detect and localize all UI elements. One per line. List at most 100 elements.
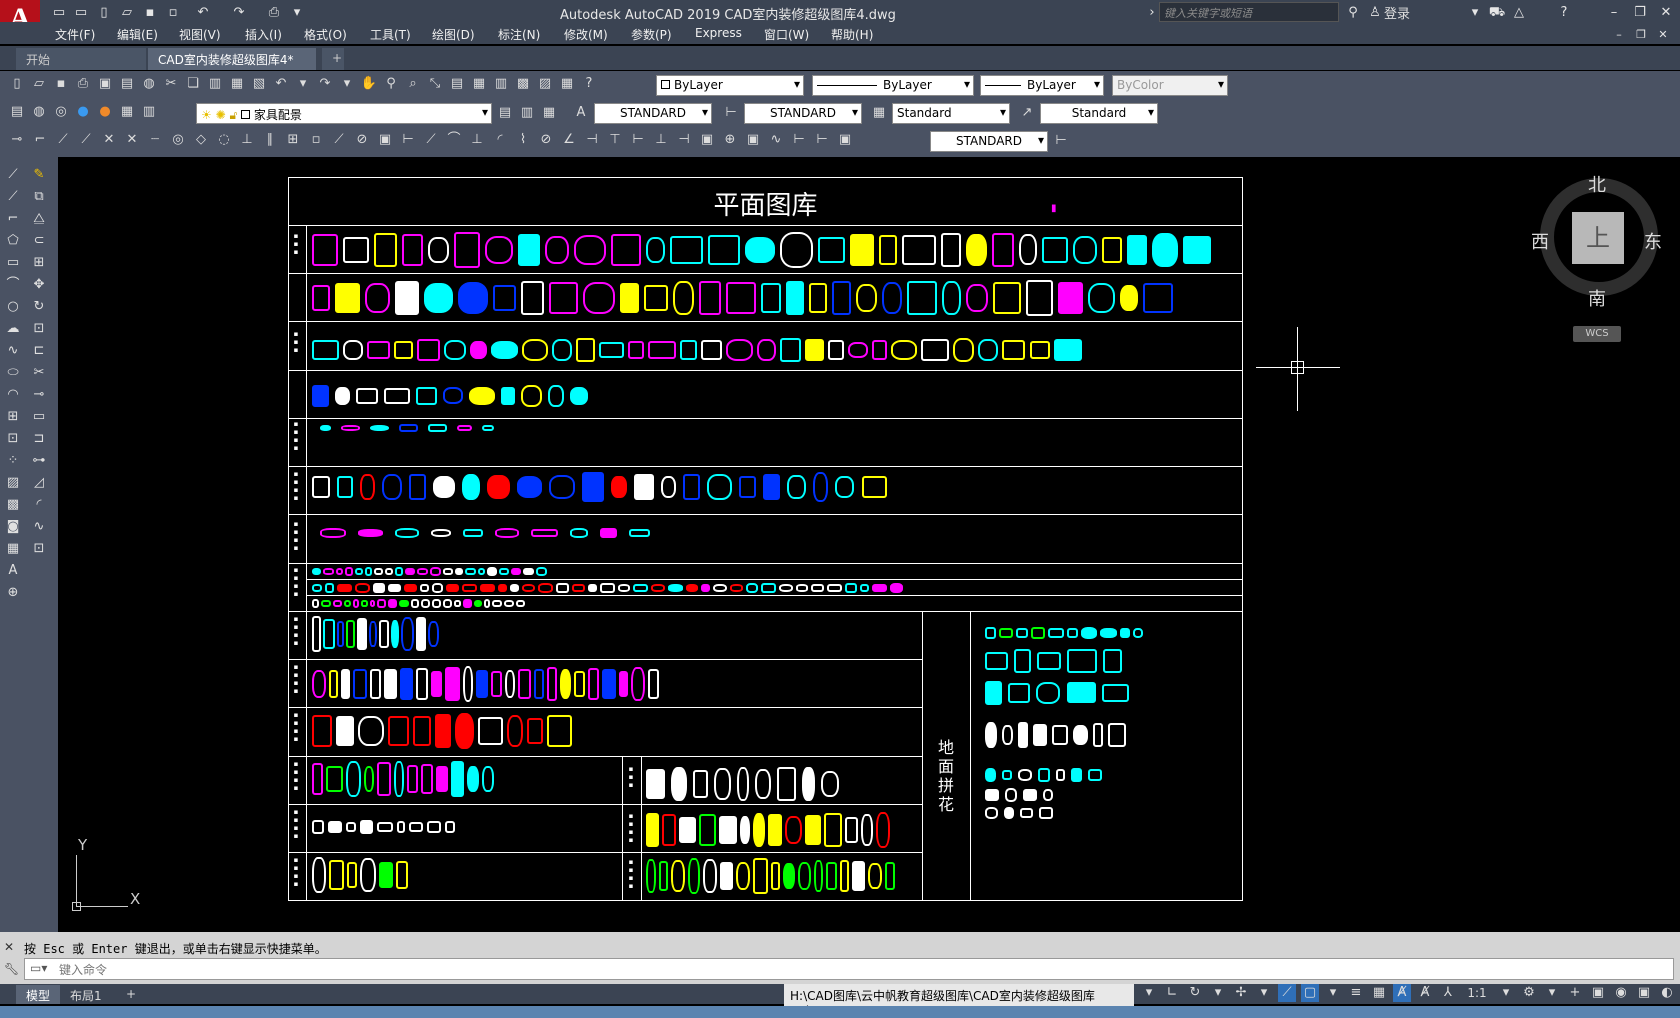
compass-south[interactable]: 南 xyxy=(1588,285,1606,311)
join-icon[interactable]: ⊶ xyxy=(28,451,50,471)
endpoint-icon[interactable]: ⟋ xyxy=(54,131,72,149)
break-at-point-icon[interactable]: ▭ xyxy=(28,407,50,427)
lock-ui-icon[interactable]: ▣ xyxy=(1635,984,1653,1002)
dim-style-combo-2[interactable]: STANDARD xyxy=(930,131,1048,152)
rectangle-icon[interactable]: ▭ xyxy=(2,253,24,273)
tab-drawing[interactable]: CAD室内装修超级图库4* ✕ xyxy=(148,48,316,82)
paste-icon[interactable]: ▥ xyxy=(206,75,224,93)
viewcube-top-face[interactable]: 上 xyxy=(1572,212,1624,264)
chamfer-icon[interactable]: ◿ xyxy=(28,473,50,493)
menu-file[interactable]: 文件(F) xyxy=(55,26,95,43)
offset-icon[interactable]: ⊂ xyxy=(28,231,50,251)
ortho-icon[interactable]: ∟ xyxy=(1163,984,1181,1002)
design-center-icon[interactable]: ▦ xyxy=(470,75,488,93)
stretch-icon[interactable]: ⊏ xyxy=(28,341,50,361)
help-icon[interactable]: ? xyxy=(580,75,598,93)
dim-style-manager-icon[interactable]: ⊢ xyxy=(1052,132,1070,150)
wcs-menu[interactable]: WCS xyxy=(1573,326,1621,342)
tab-model[interactable]: 模型 xyxy=(16,985,61,1004)
zoom-window-icon[interactable]: ⌕ xyxy=(404,75,422,93)
preview-icon[interactable]: ▣ xyxy=(96,75,114,93)
qa-dropdown-icon[interactable]: ▾ xyxy=(288,4,306,22)
units-icon[interactable]: ▣ xyxy=(1589,984,1607,1002)
rotate-icon[interactable]: ↻ xyxy=(28,297,50,317)
tangent-icon[interactable]: ◌ xyxy=(215,131,233,149)
compass-east[interactable]: 东 xyxy=(1644,228,1662,254)
tolerance-icon[interactable]: ▣ xyxy=(698,131,716,149)
open-icon[interactable]: ▱ xyxy=(118,4,136,22)
undo-icon[interactable]: ↶ xyxy=(272,75,290,93)
menu-tools[interactable]: 工具(T) xyxy=(370,26,411,43)
region-icon[interactable]: ◙ xyxy=(2,517,24,537)
zoom-previous-icon[interactable]: ⤡ xyxy=(426,75,444,93)
redo-icon[interactable]: ↷ xyxy=(316,75,334,93)
menu-insert[interactable]: 插入(I) xyxy=(245,26,282,43)
tab-start[interactable]: 开始 xyxy=(16,48,146,70)
lineweight-display-icon[interactable]: ≡ xyxy=(1347,984,1365,1002)
3d-print-icon[interactable]: ◍ xyxy=(140,75,158,93)
publish-icon[interactable]: ▤ xyxy=(118,75,136,93)
cmd-close-icon[interactable]: ✕ xyxy=(4,940,14,954)
undo-dropdown-icon[interactable]: ▾ xyxy=(294,75,312,93)
dim-baseline-icon[interactable]: ⊤ xyxy=(606,131,624,149)
polygon-icon[interactable]: ⬠ xyxy=(2,231,24,251)
material-icon[interactable]: ● xyxy=(74,103,92,121)
cmd-customize-icon[interactable]: 🔧︎ xyxy=(4,962,19,976)
polar-icon[interactable]: ↻ xyxy=(1186,984,1204,1002)
quadrant-icon[interactable]: ◇ xyxy=(192,131,210,149)
doc-minimize-icon[interactable]: – xyxy=(1610,26,1628,44)
open-icon[interactable]: ▱ xyxy=(30,75,48,93)
restore-icon[interactable]: ❐ xyxy=(1631,4,1649,22)
sheet-set-icon[interactable]: ▩ xyxy=(514,75,532,93)
blend-icon[interactable]: ∿ xyxy=(28,517,50,537)
dim-break-icon[interactable]: ⊣ xyxy=(675,131,693,149)
make-block-icon[interactable]: ⊡ xyxy=(2,429,24,449)
make-current-icon[interactable]: ▤ xyxy=(496,104,514,122)
circle-icon[interactable]: ○ xyxy=(2,297,24,317)
dim-ordinate-icon[interactable]: ⊥ xyxy=(468,131,486,149)
menu-view[interactable]: 视图(V) xyxy=(179,26,221,43)
exchange-icon[interactable]: △ xyxy=(1510,4,1528,22)
command-input[interactable]: 键入命令 xyxy=(24,958,1674,980)
color-combo[interactable]: ByLayer xyxy=(656,75,804,96)
dim-aligned-icon[interactable]: ⟋ xyxy=(422,131,440,149)
snap-none-icon[interactable]: ⊘ xyxy=(353,131,371,149)
render-icon[interactable]: ◎ xyxy=(52,103,70,121)
doc-restore-icon[interactable]: ❐ xyxy=(1632,26,1650,44)
transparency-icon[interactable]: ▦ xyxy=(1370,984,1388,1002)
extend-icon[interactable]: ⊸ xyxy=(28,385,50,405)
explode-icon[interactable]: ⊡ xyxy=(28,539,50,559)
table-style-combo[interactable]: Standard xyxy=(892,103,1010,124)
save-icon[interactable]: ▪ xyxy=(141,4,159,22)
parallel-icon[interactable]: ∥ xyxy=(261,131,279,149)
osnap-tracking-icon[interactable]: ✢ xyxy=(1232,984,1250,1002)
new-icon[interactable]: ▯ xyxy=(95,4,113,22)
dim-linear-icon[interactable]: ⊢ xyxy=(399,131,417,149)
menu-draw[interactable]: 绘图(D) xyxy=(432,26,475,43)
mirror-icon[interactable]: ⧋ xyxy=(28,209,50,229)
mleader-style-combo[interactable]: Standard xyxy=(1040,103,1158,124)
text-style-combo[interactable]: STANDARD xyxy=(594,103,712,124)
ellipse-icon[interactable]: ⬭ xyxy=(2,363,24,383)
annotation-scale-icon[interactable]: ⅄ xyxy=(1439,984,1457,1002)
isolate-objects-icon[interactable]: ◐ xyxy=(1658,984,1676,1002)
layer-state-icon[interactable]: ▦ xyxy=(118,103,136,121)
minimize-icon[interactable]: – xyxy=(1605,4,1623,22)
new-file-icon[interactable]: ▭ xyxy=(50,4,68,22)
pan-icon[interactable]: ✋ xyxy=(360,75,378,93)
redo-icon[interactable]: ↷ xyxy=(230,4,248,22)
dim-continue-icon[interactable]: ⊢ xyxy=(629,131,647,149)
polyline-icon[interactable]: ⌐ xyxy=(2,209,24,229)
workspace-gear-icon[interactable]: ⚙ xyxy=(1520,984,1538,1002)
line-icon[interactable]: ⟋ xyxy=(2,165,24,185)
erase-icon[interactable]: ✎ xyxy=(28,165,50,185)
user-icon[interactable]: ♙ xyxy=(1366,4,1384,22)
node-icon[interactable]: ▫ xyxy=(307,131,325,149)
new-tab-button[interactable]: + xyxy=(322,48,344,70)
insert-snap-icon[interactable]: ⊞ xyxy=(284,131,302,149)
point-icon[interactable]: ⁘ xyxy=(2,451,24,471)
temp-track-icon[interactable]: ⊸ xyxy=(8,131,26,149)
layer-manager-icon[interactable]: ▤ xyxy=(8,103,26,121)
break-icon[interactable]: ⊐ xyxy=(28,429,50,449)
command-prompt-icon[interactable]: ▭▾ xyxy=(30,961,47,975)
